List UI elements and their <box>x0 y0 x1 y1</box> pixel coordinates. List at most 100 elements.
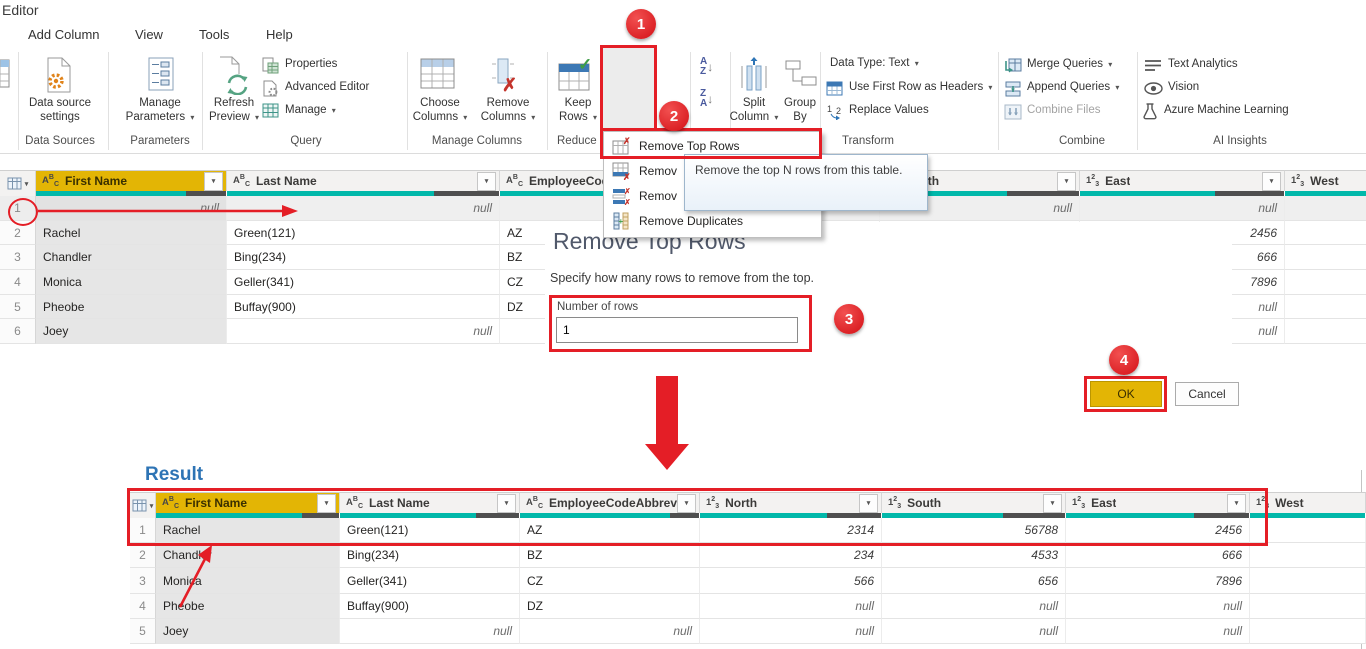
tab-add-column[interactable]: Add Column <box>28 27 100 42</box>
select-all-corner[interactable]: ▾ <box>130 492 156 518</box>
column-header-first-name[interactable]: ABCFirst Name▾ <box>36 170 227 191</box>
table-cell[interactable]: Buffay(900) <box>340 594 520 619</box>
remove-columns-button[interactable]: ✗ <box>490 58 524 97</box>
cancel-button[interactable]: Cancel <box>1175 382 1239 406</box>
column-filter-dropdown[interactable]: ▾ <box>859 494 878 513</box>
table-cell[interactable]: Monica <box>36 270 227 295</box>
column-header-west[interactable]: 123West <box>1250 492 1366 513</box>
ok-button[interactable]: OK <box>1090 381 1162 407</box>
column-header-east[interactable]: 123East▾ <box>1066 492 1250 513</box>
table-cell[interactable]: 4533 <box>882 543 1066 568</box>
table-cell[interactable] <box>1285 245 1366 270</box>
table-cell[interactable] <box>1285 319 1366 344</box>
manage-parameters-button[interactable] <box>145 56 177 97</box>
table-cell[interactable] <box>1250 619 1366 644</box>
table-cell[interactable]: DZ <box>520 594 700 619</box>
tab-tools[interactable]: Tools <box>199 27 229 42</box>
table-cell[interactable]: Joey <box>36 319 227 344</box>
keep-rows-button[interactable]: ✓ <box>558 55 596 98</box>
table-cell[interactable]: Chandler <box>156 543 340 568</box>
table-cell[interactable]: Green(121) <box>227 221 500 245</box>
column-header-last-name[interactable]: ABCLast Name▾ <box>227 170 500 191</box>
column-filter-dropdown[interactable]: ▾ <box>677 494 696 513</box>
column-header-first-name[interactable]: ABCFirst Name▾ <box>156 492 340 513</box>
table-cell[interactable]: Geller(341) <box>340 568 520 594</box>
tab-view[interactable]: View <box>135 27 163 42</box>
table-cell[interactable]: Bing(234) <box>227 245 500 270</box>
row-number[interactable]: 2 <box>130 543 156 568</box>
row-number[interactable]: 5 <box>130 619 156 644</box>
choose-columns-label[interactable]: Choose Columns ▾ <box>410 96 470 125</box>
row-number[interactable]: 4 <box>130 594 156 619</box>
number-of-rows-input[interactable] <box>556 317 798 343</box>
table-cell[interactable]: 56788 <box>882 518 1066 543</box>
table-cell[interactable] <box>1285 270 1366 295</box>
table-cell[interactable] <box>1250 518 1366 543</box>
refresh-preview-label[interactable]: Refresh Preview ▾ <box>206 96 262 125</box>
row-number[interactable]: 3 <box>130 568 156 594</box>
column-filter-dropdown[interactable]: ▾ <box>1057 172 1076 191</box>
table-cell[interactable] <box>1250 594 1366 619</box>
row-number[interactable]: 6 <box>0 319 36 344</box>
keep-rows-label[interactable]: Keep Rows ▾ <box>556 96 600 125</box>
table-cell[interactable]: null <box>1066 594 1250 619</box>
table-cell[interactable]: Geller(341) <box>227 270 500 295</box>
table-cell[interactable]: BZ <box>520 543 700 568</box>
data-source-settings-label[interactable]: Data source settings <box>20 96 100 124</box>
column-filter-dropdown[interactable]: ▾ <box>497 494 516 513</box>
table-cell[interactable]: Joey <box>156 619 340 644</box>
choose-columns-button[interactable] <box>420 58 456 95</box>
table-cell[interactable]: null <box>1080 196 1285 221</box>
table-cell[interactable]: Rachel <box>36 221 227 245</box>
row-number[interactable]: 3 <box>0 245 36 270</box>
table-cell[interactable]: AZ <box>520 518 700 543</box>
table-cell[interactable]: null <box>520 619 700 644</box>
table-cell[interactable]: 2314 <box>700 518 882 543</box>
table-cell[interactable]: Pheobe <box>36 295 227 319</box>
column-header-south[interactable]: 123South▾ <box>882 492 1066 513</box>
table-cell[interactable]: Buffay(900) <box>227 295 500 319</box>
table-cell[interactable] <box>1250 568 1366 594</box>
remove-columns-label[interactable]: Remove Columns ▾ <box>477 96 539 125</box>
table-cell[interactable]: 666 <box>1066 543 1250 568</box>
table-cell[interactable]: Bing(234) <box>340 543 520 568</box>
table-cell[interactable]: CZ <box>520 568 700 594</box>
table-cell[interactable]: null <box>700 594 882 619</box>
table-cell[interactable]: Rachel <box>156 518 340 543</box>
sort-descending-button[interactable]: ZA ↓ <box>700 89 713 109</box>
column-filter-dropdown[interactable]: ▾ <box>477 172 496 191</box>
table-cell[interactable]: 656 <box>882 568 1066 594</box>
table-cell[interactable]: 7896 <box>1066 568 1250 594</box>
column-header-north[interactable]: 123North▾ <box>700 492 882 513</box>
refresh-preview-button[interactable] <box>216 55 252 100</box>
table-cell[interactable] <box>1285 221 1366 245</box>
table-cell[interactable]: null <box>1066 619 1250 644</box>
table-cell[interactable]: null <box>882 594 1066 619</box>
row-number[interactable]: 5 <box>0 295 36 319</box>
group-by-label[interactable]: Group By <box>779 96 821 124</box>
table-cell[interactable]: 2456 <box>1066 518 1250 543</box>
row-number[interactable]: 4 <box>0 270 36 295</box>
manage-parameters-label[interactable]: Manage Parameters ▾ <box>122 96 198 125</box>
tab-help[interactable]: Help <box>266 27 293 42</box>
column-header-employeecodeabbrevaition[interactable]: ABCEmployeeCodeAbbrevaition▾ <box>520 492 700 513</box>
column-filter-dropdown[interactable]: ▾ <box>1043 494 1062 513</box>
table-cell[interactable]: 566 <box>700 568 882 594</box>
table-cell[interactable]: Green(121) <box>340 518 520 543</box>
table-cell[interactable]: null <box>227 196 500 221</box>
menu-item-remove-duplicates[interactable]: + Remove Duplicates <box>604 208 821 233</box>
row-number[interactable]: 1 <box>130 518 156 543</box>
split-column-label[interactable]: Split Column ▾ <box>727 96 781 125</box>
data-source-settings-button[interactable] <box>43 56 75 99</box>
column-filter-dropdown[interactable]: ▾ <box>317 494 336 513</box>
table-cell[interactable] <box>1250 543 1366 568</box>
table-cell[interactable]: Pheobe <box>156 594 340 619</box>
table-cell[interactable]: null <box>36 196 227 221</box>
table-cell[interactable]: null <box>700 619 882 644</box>
select-all-corner[interactable]: ▾ <box>0 170 36 196</box>
column-header-east[interactable]: 123East▾ <box>1080 170 1285 191</box>
table-cell[interactable]: null <box>882 619 1066 644</box>
table-cell[interactable]: null <box>227 319 500 344</box>
group-by-button[interactable] <box>784 58 818 95</box>
column-filter-dropdown[interactable]: ▾ <box>1262 172 1281 191</box>
